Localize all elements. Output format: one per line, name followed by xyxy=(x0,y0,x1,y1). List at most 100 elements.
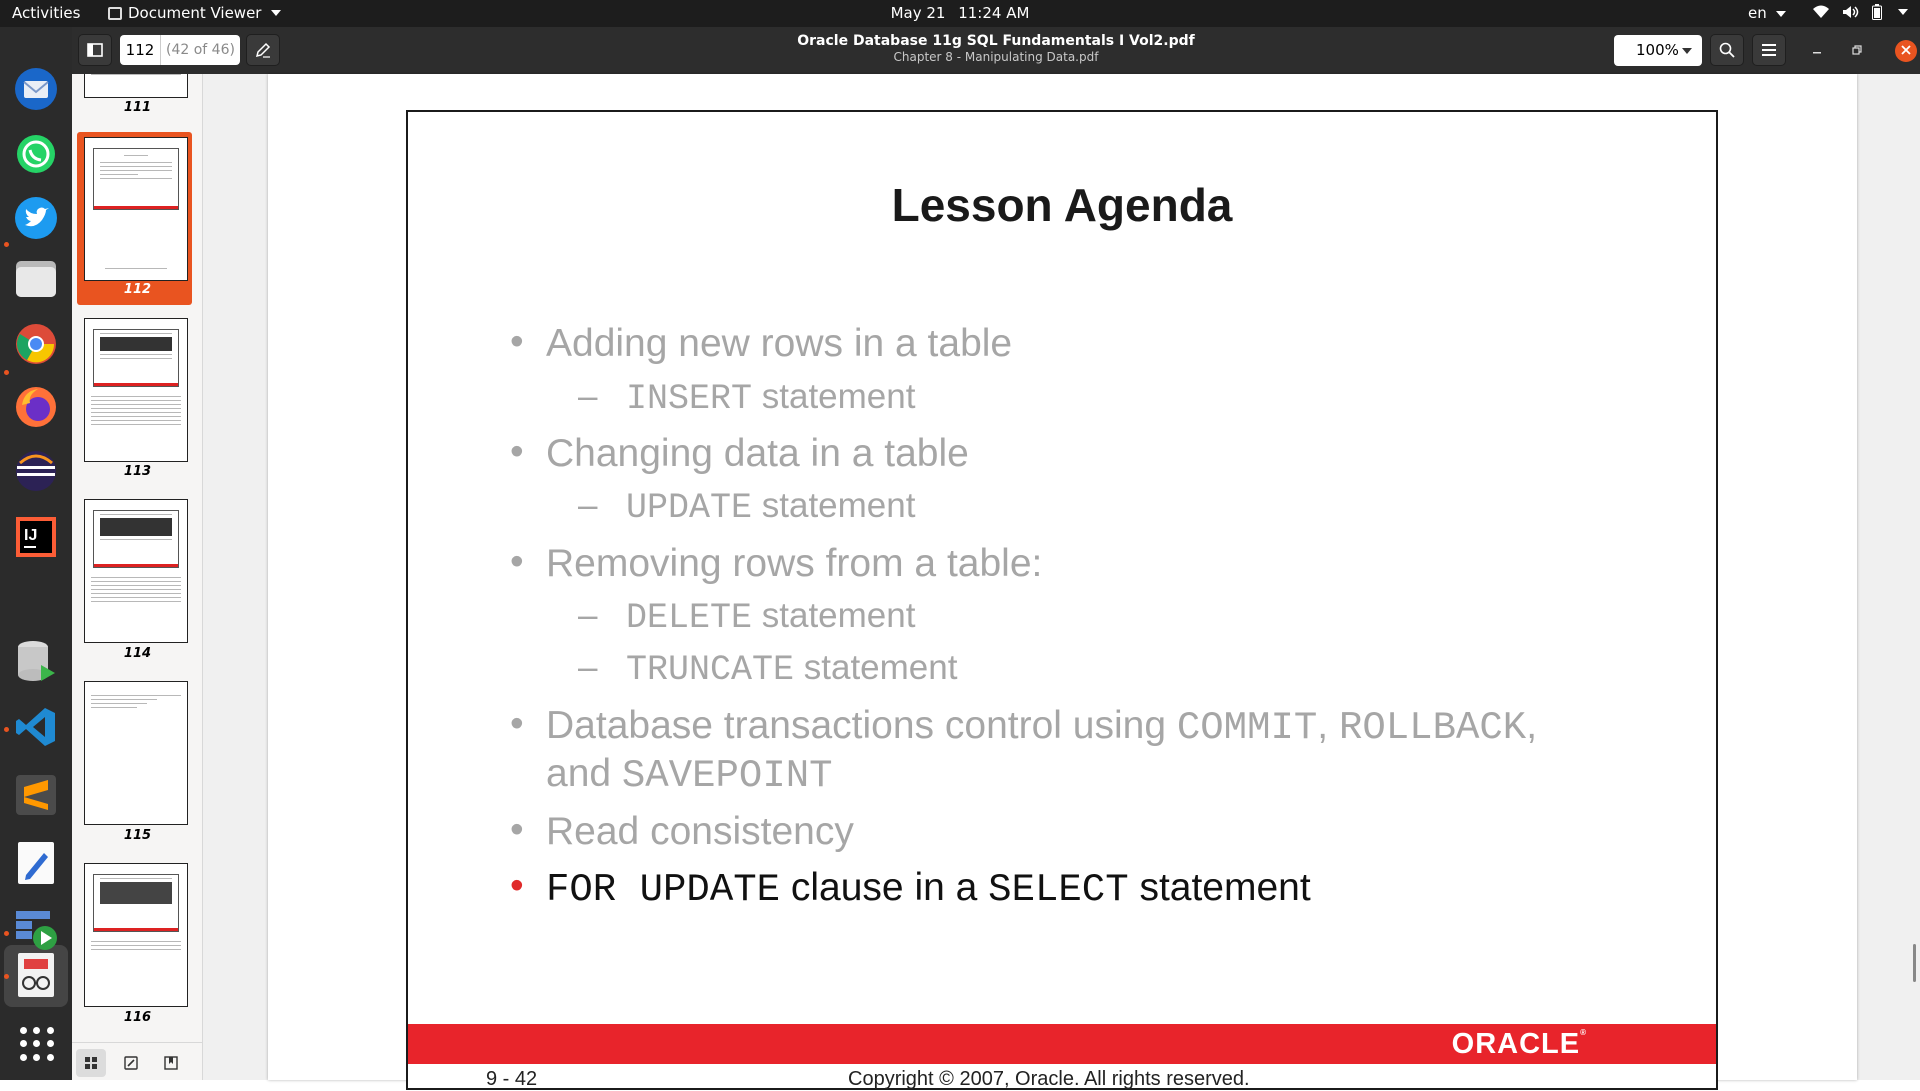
thumbnail-page[interactable] xyxy=(84,499,188,643)
minimize-icon xyxy=(1813,52,1821,54)
slide-title: Lesson Agenda xyxy=(891,179,1233,231)
dock-app-whatsapp[interactable] xyxy=(12,130,60,178)
remote-desktop-icon xyxy=(16,911,57,950)
bookmark-icon xyxy=(164,1056,178,1070)
minimize-button[interactable] xyxy=(1807,41,1827,61)
dock-app-twitter[interactable] xyxy=(12,194,60,242)
dock-app-chrome[interactable] xyxy=(12,320,60,368)
slide-footer-bar: ORACLE® xyxy=(408,1024,1716,1064)
dash-icon: – xyxy=(578,486,598,525)
thumbnail-label: 111 xyxy=(123,100,152,115)
thumbnail-page[interactable] xyxy=(84,74,188,98)
sublime-text-icon xyxy=(16,775,56,815)
dock-app-document-viewer[interactable] xyxy=(12,951,60,999)
volume-icon xyxy=(1843,6,1859,18)
eclipse-icon xyxy=(16,451,56,491)
edit-note-icon xyxy=(124,1056,138,1070)
files-icon xyxy=(16,261,56,297)
svg-text:IJ: IJ xyxy=(24,527,37,544)
restore-icon xyxy=(1852,45,1862,55)
input-language-menu[interactable]: en xyxy=(1748,4,1786,22)
agenda-item: • Removing rows from a table: xyxy=(510,540,1043,585)
clock[interactable]: May 21 11:24 AM xyxy=(0,4,1920,22)
chrome-icon xyxy=(16,324,56,364)
bullet-icon: • xyxy=(510,864,524,907)
zoom-value: 100% xyxy=(1636,41,1679,59)
system-top-bar: Activities Document Viewer May 21 11:24 … xyxy=(0,0,1920,27)
maximize-button[interactable] xyxy=(1847,41,1867,61)
whatsapp-icon xyxy=(17,135,55,173)
header-bar: 112 (42 of 46) Oracle Database 11g SQL F… xyxy=(72,27,1920,74)
sidebar-view-switcher xyxy=(72,1042,202,1080)
agenda-item-current: • FOR UPDATE clause in a SELECT statemen… xyxy=(510,864,1311,912)
agenda-subitem: – DELETE statement xyxy=(578,596,916,638)
agenda-item: • Changing data in a table xyxy=(510,430,969,475)
agenda-item: • Adding new rows in a table xyxy=(510,320,1013,365)
bullet-icon: • xyxy=(510,320,524,363)
dock-app-thunderbird[interactable] xyxy=(12,65,60,113)
zoom-select[interactable]: 100% xyxy=(1614,35,1702,66)
annotations-view-button[interactable] xyxy=(116,1049,146,1077)
dash-icon: – xyxy=(578,648,598,687)
bullet-icon: • xyxy=(510,430,524,473)
dock-app-eclipse[interactable] xyxy=(12,447,60,495)
vscode-icon xyxy=(16,708,55,746)
running-indicator xyxy=(4,974,9,979)
thumbnail-page[interactable] xyxy=(84,318,188,462)
thumbnail-label: 113 xyxy=(123,464,152,479)
close-button[interactable] xyxy=(1895,40,1917,62)
battery-icon xyxy=(1872,4,1882,20)
wifi-icon xyxy=(1813,5,1829,18)
dock-app-firefox[interactable] xyxy=(12,383,60,431)
agenda-subitem: – TRUNCATE statement xyxy=(578,648,958,690)
input-language-label: en xyxy=(1748,4,1767,22)
close-icon xyxy=(1901,45,1911,55)
thumbnail-page-selected[interactable] xyxy=(84,137,188,281)
clock-date: May 21 xyxy=(890,4,946,22)
thumbnail-label: 114 xyxy=(123,646,152,661)
thunderbird-icon xyxy=(15,68,57,110)
running-indicator xyxy=(4,931,9,936)
bullet-icon: • xyxy=(510,808,524,851)
slide: Lesson Agenda • Adding new rows in a tab… xyxy=(406,110,1718,1090)
running-indicator xyxy=(4,242,9,247)
dock-app-database[interactable] xyxy=(12,637,60,685)
agenda-subitem: – UPDATE statement xyxy=(578,486,916,528)
main-menu-button[interactable] xyxy=(1752,34,1786,66)
system-tray[interactable] xyxy=(1812,4,1908,20)
running-indicator xyxy=(4,727,9,732)
agenda-item: • Read consistency xyxy=(510,808,854,853)
thumbnail-page[interactable] xyxy=(84,681,188,825)
oracle-logo: ORACLE® xyxy=(1451,1028,1586,1060)
show-applications-button[interactable] xyxy=(20,1027,54,1061)
dock-app-text-editor[interactable] xyxy=(12,839,60,887)
twitter-icon xyxy=(15,197,57,239)
thumbnail-page[interactable] xyxy=(84,863,188,1007)
thumbnail-label: 112 xyxy=(123,282,152,297)
thumbnail-label: 115 xyxy=(123,828,152,843)
document-view[interactable]: Lesson Agenda • Adding new rows in a tab… xyxy=(203,74,1920,1090)
intellij-icon: IJ xyxy=(16,517,56,557)
database-icon xyxy=(18,641,55,681)
vertical-scrollbar[interactable] xyxy=(1913,944,1916,982)
dock-app-vscode[interactable] xyxy=(12,703,60,751)
document-viewer-icon xyxy=(18,953,54,997)
dock-app-remote-desktop[interactable] xyxy=(12,905,60,953)
agenda-item-continuation: and SAVEPOINT xyxy=(546,752,833,798)
dock-app-sublime-text[interactable] xyxy=(12,771,60,819)
dock-app-files[interactable] xyxy=(12,255,60,303)
chevron-down-icon xyxy=(1775,10,1786,17)
bookmarks-view-button[interactable] xyxy=(156,1049,186,1077)
chevron-down-icon xyxy=(1682,48,1692,54)
dash-icon: – xyxy=(578,377,598,416)
dock-app-intellij[interactable]: IJ xyxy=(12,513,60,561)
thumbnail-sidebar[interactable]: 111 112 113 114 115 116 xyxy=(72,74,203,1080)
thumbnails-view-button[interactable] xyxy=(76,1049,106,1077)
hamburger-menu-icon xyxy=(1762,44,1776,56)
search-icon xyxy=(1719,42,1735,58)
grid-icon xyxy=(85,1057,97,1069)
agenda-item: • Database transactions control using CO… xyxy=(510,702,1538,750)
bullet-icon: • xyxy=(510,540,524,583)
search-button[interactable] xyxy=(1710,34,1744,66)
clock-time: 11:24 AM xyxy=(958,4,1030,22)
